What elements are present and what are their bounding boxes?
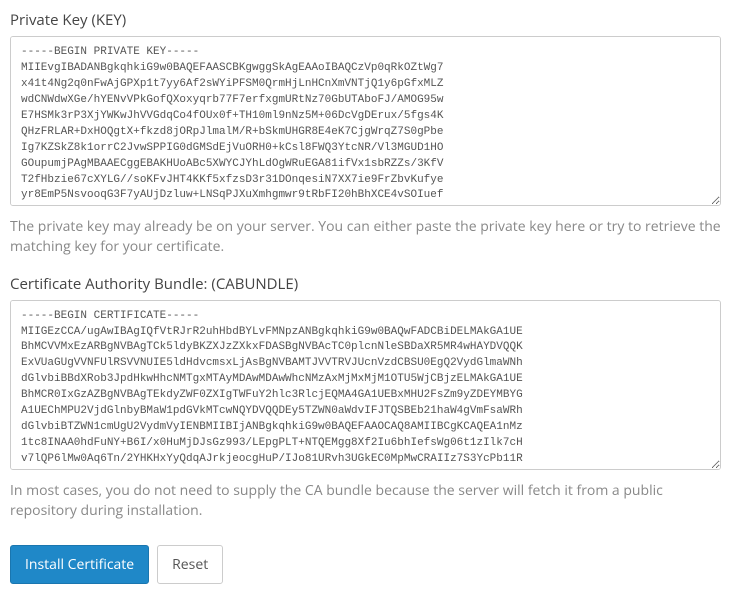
- install-certificate-button[interactable]: Install Certificate: [10, 545, 149, 584]
- button-row: Install Certificate Reset: [10, 545, 721, 584]
- private-key-textarea[interactable]: [10, 36, 721, 206]
- cabundle-label: Certificate Authority Bundle: (CABUNDLE): [10, 274, 721, 294]
- cabundle-textarea[interactable]: [10, 300, 721, 470]
- reset-button[interactable]: Reset: [157, 545, 223, 584]
- cabundle-help-text: In most cases, you do not need to supply…: [10, 481, 721, 522]
- private-key-label: Private Key (KEY): [10, 10, 721, 30]
- private-key-help-text: The private key may already be on your s…: [10, 217, 721, 258]
